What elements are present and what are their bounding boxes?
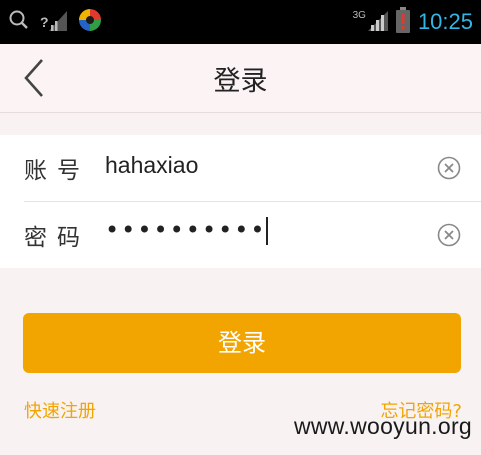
watermark: www.wooyun.org	[293, 413, 472, 439]
account-label: 账号	[24, 158, 90, 184]
login-button[interactable]: 登录	[23, 313, 461, 373]
clock-time: 10:25	[417, 9, 473, 34]
password-row: 密码 ••••••••••	[0, 202, 481, 268]
network-type-label: 3G	[352, 9, 366, 21]
clear-circle-icon[interactable]	[437, 156, 461, 180]
clear-circle-icon[interactable]	[437, 223, 461, 247]
login-form: 账号 hahaxiao 密码 ••••••••••	[0, 135, 481, 268]
page-title: 登录	[213, 66, 268, 97]
signal-3g-icon	[367, 9, 388, 35]
password-input[interactable]: ••••••••••	[105, 216, 268, 245]
search-icon	[8, 9, 30, 35]
text-cursor	[265, 217, 268, 245]
status-bar: ? 3G 10:25	[0, 0, 481, 44]
status-bar-left: ?	[8, 8, 103, 36]
password-label: 密码	[24, 225, 90, 251]
status-bar-right: 3G 10:25	[352, 7, 473, 37]
app-notification-icon	[77, 7, 103, 37]
account-row: 账号 hahaxiao	[0, 135, 481, 202]
password-masked-value: ••••••••••	[105, 216, 267, 244]
register-link[interactable]: 快速注册	[24, 397, 96, 423]
signal-icon	[48, 9, 67, 35]
account-input[interactable]: hahaxiao	[105, 152, 198, 179]
signal-unknown-mark: ?	[40, 14, 49, 30]
app-bar: 登录	[0, 44, 481, 113]
battery-low-icon	[395, 7, 410, 37]
